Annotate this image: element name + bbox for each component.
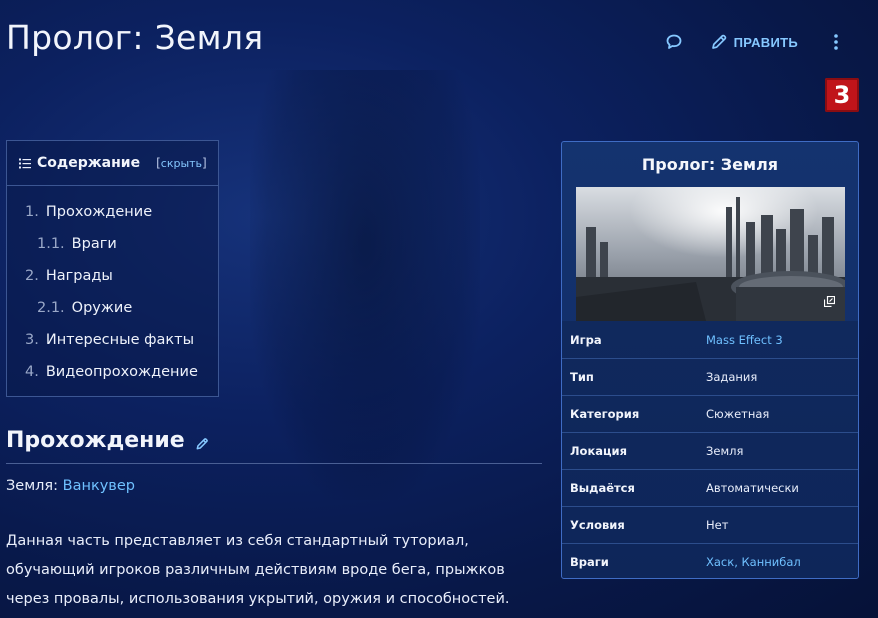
more-options-button[interactable] [824, 30, 848, 54]
edit-label: ПРАВИТЬ [733, 34, 798, 50]
toc-item-text: Награды [45, 268, 113, 284]
infobox-label: Тип [570, 370, 594, 384]
infobox-row-enemies: Враги Хаск, Каннибал [562, 543, 858, 578]
more-vertical-icon [834, 34, 838, 50]
infobox-label: Выдаётся [570, 481, 635, 495]
section-edit-button[interactable] [195, 436, 209, 455]
infobox-label: Условия [570, 518, 625, 532]
toc-item-trivia[interactable]: 3. Интересные факты [7, 324, 218, 356]
infobox-label: Категория [570, 407, 640, 421]
infobox-value: Автоматически [706, 481, 799, 495]
infobox-row-conditions: Условия Нет [562, 506, 858, 543]
toc-item-number: 3. [25, 332, 39, 348]
infobox-value-link[interactable]: Хаск, Каннибал [706, 555, 801, 569]
infobox: Пролог: Земля Игра Mass Effect 3 Тип Зад… [561, 141, 859, 579]
infobox-value: Земля [706, 444, 744, 458]
infobox-title: Пролог: Земля [641, 155, 779, 174]
section-title: Прохождение [6, 428, 185, 453]
expand-icon [823, 295, 836, 308]
toc-item-text: Оружие [71, 300, 133, 316]
toc-toggle: [скрыть] [156, 156, 207, 170]
infobox-row-game: Игра Mass Effect 3 [562, 321, 858, 358]
location-label: Земля: [6, 478, 59, 494]
infobox-label: Локация [570, 444, 627, 458]
infobox-table: Игра Mass Effect 3 Тип Задания Категория… [562, 321, 858, 578]
enlarge-image-button[interactable] [823, 292, 836, 311]
toc-item-video-walkthrough[interactable]: 4. Видеопрохождение [7, 356, 218, 388]
city-skyline-image [576, 187, 845, 321]
section-heading-walkthrough: Прохождение [6, 428, 542, 464]
toc-header: Содержание [скрыть] [7, 141, 218, 186]
game-logo[interactable]: 3 [825, 78, 859, 112]
toc-item-walkthrough[interactable]: 1. Прохождение [7, 196, 218, 228]
infobox-row-category: Категория Сюжетная [562, 395, 858, 432]
toc-item-number: 2. [25, 268, 39, 284]
toc-item-text: Интересные факты [45, 332, 195, 348]
infobox-value: Сюжетная [706, 407, 770, 421]
infobox-row-location: Локация Земля [562, 432, 858, 469]
infobox-label: Игра [570, 332, 602, 347]
infobox-value: Задания [706, 370, 758, 384]
infobox-value-link[interactable]: Mass Effect 3 [706, 333, 783, 347]
toc-item-rewards[interactable]: 2. Награды [7, 260, 218, 292]
infobox-image[interactable] [576, 187, 845, 321]
paragraph-line: обучающий игроков различным действиям вр… [6, 562, 505, 578]
toc-item-enemies[interactable]: 1.1. Враги [7, 228, 218, 260]
walkthrough-paragraph: Данная часть представляет из себя станда… [6, 527, 546, 614]
toc-item-number: 1. [25, 204, 39, 220]
game-logo-label: 3 [833, 81, 851, 109]
toc-title: Содержание [37, 155, 141, 171]
toc-hide-link[interactable]: скрыть [161, 157, 202, 170]
toc-item-number: 1.1. [37, 236, 65, 252]
table-of-contents: Содержание [скрыть] 1. Прохождение 1.1. Вр… [6, 140, 219, 397]
location-link-vancouver[interactable]: Ванкувер [63, 478, 135, 494]
comment-icon [666, 34, 682, 49]
toc-list: 1. Прохождение 1.1. Враги 2. Награды 2.1. Ор… [7, 186, 218, 388]
toc-item-text: Враги [71, 236, 117, 252]
paragraph-line: через провалы, использования укрытий, ор… [6, 591, 510, 607]
toc-item-number: 2.1. [37, 300, 65, 316]
infobox-row-type: Тип Задания [562, 358, 858, 395]
page-actions: ПРАВИТЬ [662, 30, 848, 54]
paragraph-line: Данная часть представляет из себя станда… [6, 533, 469, 549]
location-line: Земля: Ванкувер [6, 478, 135, 494]
pencil-icon [711, 34, 726, 49]
toc-item-number: 4. [25, 364, 39, 380]
pencil-icon [196, 438, 208, 450]
edit-button[interactable]: ПРАВИТЬ [710, 33, 798, 51]
page-title: Пролог: Земля [6, 18, 264, 57]
toc-item-text: Видеопрохождение [45, 364, 198, 380]
toc-item-weapons[interactable]: 2.1. Оружие [7, 292, 218, 324]
toc-item-text: Прохождение [45, 204, 153, 220]
infobox-value: Нет [706, 518, 729, 532]
infobox-label: Враги [570, 555, 609, 569]
comment-button[interactable] [662, 30, 686, 54]
infobox-row-issued: Выдаётся Автоматически [562, 469, 858, 506]
toc-toggle-bracket-close: ] [202, 156, 207, 170]
list-icon [19, 158, 31, 168]
